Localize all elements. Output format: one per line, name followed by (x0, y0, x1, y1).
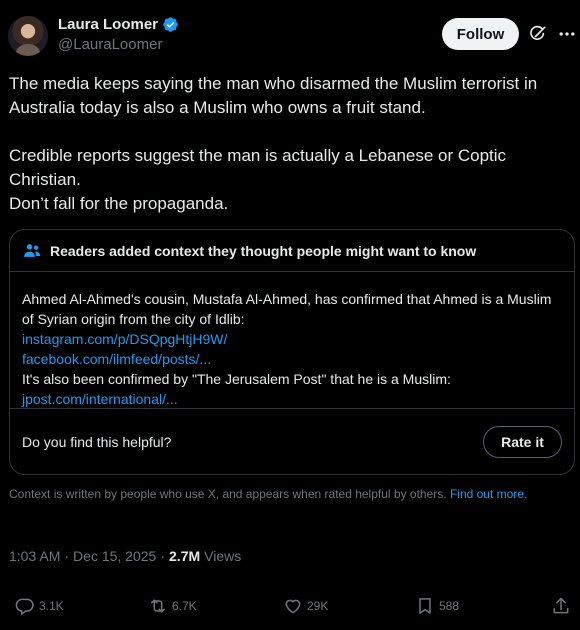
reply-button[interactable]: 3.1K (15, 596, 64, 616)
like-count: 29K (307, 599, 329, 613)
people-icon (24, 243, 41, 257)
note-link[interactable]: jpost.com/international/... (22, 389, 562, 409)
community-note: Readers added context they thought peopl… (9, 229, 575, 475)
tweet-header: Laura Loomer @LauraLoomer Follow (8, 14, 575, 58)
tweet-meta: 1:03 AM · Dec 15, 2025 · 2.7M Views (9, 548, 241, 564)
share-icon (553, 597, 569, 614)
views-label: Views (204, 548, 242, 564)
tweet-date[interactable]: Dec 15, 2025 (73, 548, 156, 564)
community-note-footer: Do you find this helpful? Rate it (10, 408, 574, 475)
meta-separator: · (64, 548, 70, 564)
tweet-paragraph: Credible reports suggest the man is actu… (9, 146, 507, 189)
note-link[interactable]: facebook.com/ilmfeed/posts/... (22, 349, 562, 369)
reply-count: 3.1K (39, 599, 64, 613)
repost-icon (151, 599, 165, 613)
reply-icon (15, 598, 34, 616)
views-count: 2.7M (169, 548, 201, 564)
repost-count: 6.7K (172, 599, 197, 613)
context-footer: Context is written by people who use X, … (9, 486, 569, 502)
more-icon[interactable] (557, 24, 577, 44)
author-handle[interactable]: @LauraLoomer (58, 36, 179, 53)
avatar[interactable] (8, 16, 48, 56)
action-bar: 3.1K 6.7K 29K 588 (0, 590, 580, 622)
follow-button[interactable]: Follow (442, 18, 519, 50)
tweet-paragraph: The media keeps saying the man who disar… (9, 74, 538, 117)
grok-icon[interactable] (528, 24, 548, 44)
meta-separator: · (160, 548, 166, 564)
display-name[interactable]: Laura Loomer (58, 16, 158, 33)
name-row: Laura Loomer (58, 16, 179, 33)
heart-icon (285, 599, 301, 614)
bookmark-icon (419, 598, 431, 614)
share-button[interactable] (551, 596, 571, 616)
rate-it-button[interactable]: Rate it (483, 426, 562, 458)
context-footer-text: Context is written by people who use X, … (9, 487, 447, 501)
note-link[interactable]: instagram.com/p/DSQpgHtjH9W/ (22, 329, 562, 349)
community-note-header[interactable]: Readers added context they thought peopl… (10, 230, 574, 272)
author-info: Laura Loomer @LauraLoomer (58, 16, 179, 53)
note-text: Ahmed Al-Ahmed's cousin, Mustafa Al-Ahme… (22, 291, 552, 327)
tweet-time[interactable]: 1:03 AM (9, 548, 60, 564)
verified-badge-icon (163, 17, 178, 32)
helpful-prompt: Do you find this helpful? (22, 434, 172, 450)
bookmark-button[interactable]: 588 (415, 596, 459, 616)
bookmark-count: 588 (439, 599, 460, 613)
tweet-paragraph: Don’t fall for the propaganda. (9, 194, 229, 213)
community-note-title: Readers added context they thought peopl… (50, 242, 477, 259)
find-out-more-link[interactable]: Find out more. (450, 487, 527, 501)
repost-button[interactable]: 6.7K (148, 596, 197, 616)
like-button[interactable]: 29K (283, 596, 328, 616)
note-text: It's also been confirmed by "The Jerusal… (22, 371, 451, 387)
tweet-text: The media keeps saying the man who disar… (9, 72, 569, 216)
community-note-body: Ahmed Al-Ahmed's cousin, Mustafa Al-Ahme… (10, 272, 574, 409)
